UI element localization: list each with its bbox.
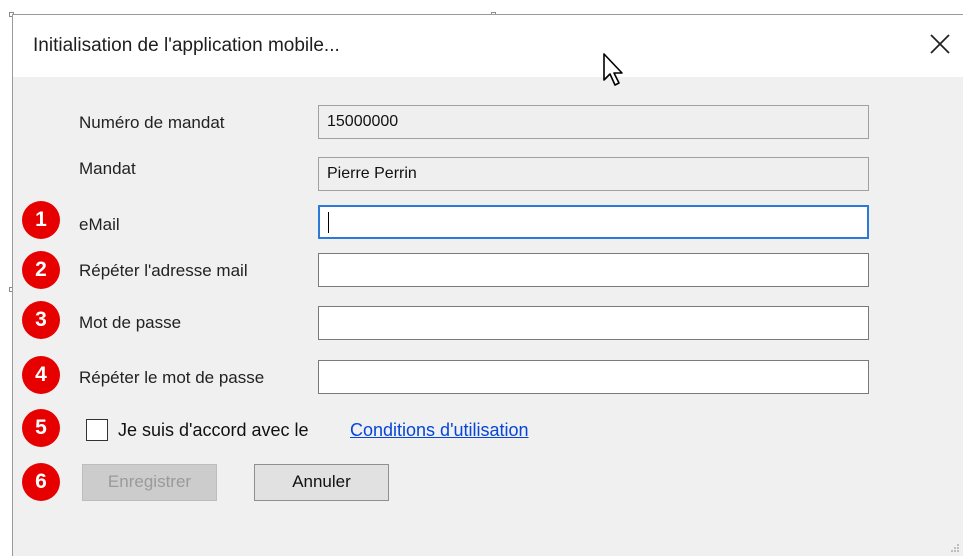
repeat-password-label: Répéter le mot de passe — [79, 368, 265, 387]
mandat-number-field: 15000000 — [318, 105, 869, 139]
email-label: eMail — [79, 215, 120, 234]
mandat-label: Mandat — [79, 159, 136, 178]
terms-checkbox-label[interactable]: Je suis d'accord avec le — [118, 420, 309, 441]
password-field[interactable] — [318, 306, 869, 340]
repeat-email-field[interactable] — [318, 253, 869, 287]
step-badge-3: 3 — [22, 301, 60, 339]
cancel-button[interactable]: Annuler — [254, 464, 389, 501]
email-field[interactable] — [318, 205, 869, 239]
repeat-email-label: Répéter l'adresse mail — [79, 261, 248, 280]
step-badge-6: 6 — [22, 463, 60, 501]
mandat-number-label: Numéro de mandat — [79, 113, 225, 132]
window-title: Initialisation de l'application mobile..… — [33, 35, 340, 56]
title-bar: Initialisation de l'application mobile..… — [13, 15, 963, 77]
resize-grip-icon[interactable] — [950, 543, 960, 553]
step-badge-4: 4 — [22, 356, 60, 394]
mandat-field: Pierre Perrin — [318, 157, 869, 191]
mouse-pointer-icon — [603, 53, 623, 86]
close-icon[interactable] — [925, 29, 955, 59]
step-badge-1: 1 — [22, 201, 60, 239]
terms-checkbox[interactable] — [86, 419, 108, 441]
password-label: Mot de passe — [79, 313, 182, 332]
step-badge-5: 5 — [22, 409, 60, 447]
text-caret — [328, 212, 329, 233]
repeat-password-field[interactable] — [318, 360, 869, 394]
step-badge-2: 2 — [22, 251, 60, 289]
terms-of-use-link[interactable]: Conditions d'utilisation — [350, 420, 529, 441]
save-button[interactable]: Enregistrer — [82, 464, 217, 501]
